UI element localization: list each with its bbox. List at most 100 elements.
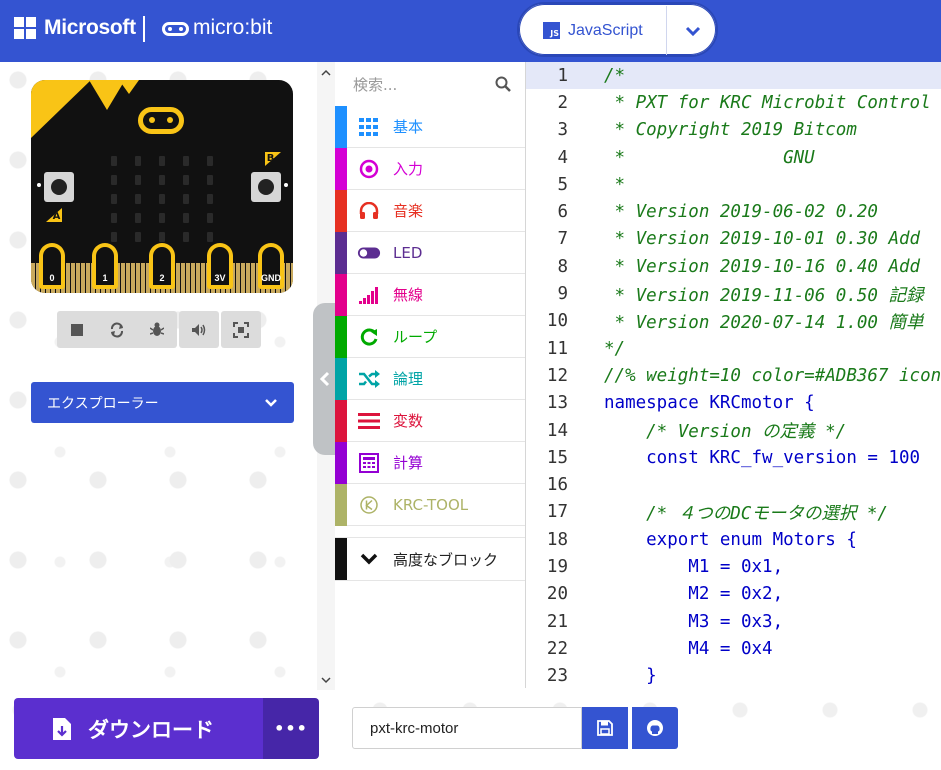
sound-button[interactable] bbox=[179, 311, 219, 348]
stop-icon bbox=[71, 323, 83, 336]
javascript-icon: JS bbox=[543, 22, 560, 39]
scroll-down-icon[interactable] bbox=[317, 672, 335, 688]
k-icon bbox=[357, 493, 381, 517]
code-lines[interactable]: 1/* 2 * PXT for KRC Microbit Control 3 * C… bbox=[526, 62, 941, 688]
scroll-up-icon[interactable] bbox=[317, 64, 335, 80]
code-text[interactable]: /* Version の定義 */ bbox=[586, 418, 846, 443]
toolbox-search[interactable]: 検索... bbox=[335, 62, 525, 106]
code-text[interactable]: //% weight=10 color=#ADB367 icon bbox=[586, 366, 941, 386]
category-radio[interactable]: 無線 bbox=[335, 273, 525, 316]
led-matrix[interactable] bbox=[111, 156, 213, 242]
code-text[interactable]: * Version 2019-11-06 0.50 記録 bbox=[586, 282, 924, 307]
code-line[interactable]: 19 M1 = 0x1, bbox=[526, 553, 941, 580]
code-text[interactable]: /* ４つのDCモータの選択 */ bbox=[586, 500, 888, 525]
category-music[interactable]: 音楽 bbox=[335, 189, 525, 232]
button-a[interactable] bbox=[44, 172, 74, 202]
debug-button[interactable] bbox=[137, 311, 177, 348]
microbit-label[interactable]: micro:bit bbox=[193, 16, 272, 40]
language-dropdown-button[interactable] bbox=[669, 6, 716, 55]
button-b[interactable] bbox=[251, 172, 281, 202]
microsoft-label[interactable]: Microsoft bbox=[44, 16, 136, 40]
code-line[interactable]: 1 /* bbox=[526, 62, 941, 90]
pin-1[interactable]: 1 bbox=[92, 243, 118, 289]
code-text[interactable]: * PXT for KRC Microbit Control bbox=[586, 93, 931, 113]
code-text[interactable]: * Version 2020-07-14 1.00 簡単 bbox=[586, 309, 924, 334]
code-text[interactable]: } bbox=[586, 666, 657, 686]
category-logic[interactable]: 論理 bbox=[335, 357, 525, 400]
project-name-input[interactable] bbox=[352, 707, 582, 749]
github-button[interactable] bbox=[632, 707, 678, 749]
line-number: 10 bbox=[546, 311, 568, 332]
pin-3v[interactable]: 3V bbox=[207, 243, 233, 289]
download-more-button[interactable]: ••• bbox=[263, 698, 319, 759]
code-text[interactable]: /* bbox=[586, 66, 625, 86]
code-text[interactable]: * Copyright 2019 Bitcom bbox=[586, 120, 857, 140]
code-text[interactable]: * bbox=[586, 175, 626, 195]
category-variables[interactable]: 変数 bbox=[335, 399, 525, 442]
code-text[interactable]: * Version 2019-10-01 0.30 Add bbox=[586, 229, 921, 249]
advanced-blocks-toggle[interactable]: 高度なブロック bbox=[335, 537, 525, 581]
code-line[interactable]: 20 M2 = 0x2, bbox=[526, 581, 941, 608]
code-text[interactable]: export enum Motors { bbox=[586, 530, 857, 550]
collapse-simulator-button[interactable] bbox=[313, 303, 337, 455]
code-text[interactable]: M2 = 0x2, bbox=[586, 584, 783, 604]
code-line[interactable]: 4 * GNU bbox=[526, 144, 941, 171]
code-line[interactable]: 5 * bbox=[526, 171, 941, 198]
bottom-bar: ダウンロード ••• bbox=[0, 690, 941, 770]
category-input[interactable]: 入力 bbox=[335, 147, 525, 190]
category-loops[interactable]: ループ bbox=[335, 315, 525, 358]
board-logo-icon[interactable] bbox=[138, 107, 184, 134]
simulator-toolbar bbox=[57, 311, 261, 348]
code-text[interactable]: namespace KRCmotor { bbox=[586, 393, 815, 413]
category-basic[interactable]: 基本 bbox=[335, 105, 525, 148]
pin-0[interactable]: 0 bbox=[39, 243, 65, 289]
code-line[interactable]: 13 namespace KRCmotor { bbox=[526, 390, 941, 417]
code-line[interactable]: 22 M4 = 0x4 bbox=[526, 635, 941, 662]
code-line[interactable]: 9 * Version 2019-11-06 0.50 記録 bbox=[526, 280, 941, 307]
category-math[interactable]: 計算 bbox=[335, 441, 525, 484]
loop-icon bbox=[357, 325, 381, 349]
pin-2[interactable]: 2 bbox=[149, 243, 175, 289]
code-text[interactable]: * Version 2019-10-16 0.40 Add bbox=[586, 257, 921, 277]
code-line[interactable]: 14 /* Version の定義 */ bbox=[526, 417, 941, 444]
code-text[interactable]: * GNU bbox=[586, 148, 815, 168]
microbit-board[interactable]: A B 0 1 2 3V GND bbox=[31, 80, 293, 293]
advanced-blocks-label: 高度なブロック bbox=[393, 550, 499, 569]
code-text[interactable]: * Version 2019-06-02 0.20 bbox=[586, 202, 878, 222]
code-line[interactable]: 3 * Copyright 2019 Bitcom bbox=[526, 117, 941, 144]
download-button[interactable]: ダウンロード bbox=[14, 698, 263, 759]
stop-button[interactable] bbox=[57, 311, 97, 348]
code-text[interactable]: */ bbox=[586, 339, 625, 359]
javascript-tab[interactable]: JS JavaScript bbox=[521, 6, 667, 55]
restart-button[interactable] bbox=[97, 311, 137, 348]
code-line[interactable]: 10 * Version 2020-07-14 1.00 簡単 bbox=[526, 308, 941, 335]
fullscreen-button[interactable] bbox=[221, 311, 261, 348]
explorer-button[interactable]: エクスプローラー bbox=[31, 382, 294, 423]
category-krc-tool[interactable]: KRC-TOOL bbox=[335, 483, 525, 526]
code-editor[interactable]: 1/* 2 * PXT for KRC Microbit Control 3 * C… bbox=[525, 62, 941, 688]
code-line[interactable]: 17 /* ４つのDCモータの選択 */ bbox=[526, 499, 941, 526]
code-line[interactable]: 2 * PXT for KRC Microbit Control bbox=[526, 89, 941, 116]
microbit-logo-icon[interactable] bbox=[162, 22, 189, 36]
code-line[interactable]: 23 } bbox=[526, 663, 941, 688]
code-text[interactable]: const KRC_fw_version = 100 bbox=[586, 448, 920, 468]
code-text[interactable]: M4 = 0x4 bbox=[586, 639, 772, 659]
code-line[interactable]: 16 bbox=[526, 471, 941, 498]
code-line[interactable]: 18 export enum Motors { bbox=[526, 526, 941, 553]
code-line[interactable]: 12 //% weight=10 color=#ADB367 icon bbox=[526, 362, 941, 389]
code-text[interactable]: M3 = 0x3, bbox=[586, 612, 783, 632]
category-led[interactable]: LED bbox=[335, 231, 525, 274]
search-input[interactable]: 検索... bbox=[353, 74, 397, 95]
pin-gnd[interactable]: GND bbox=[258, 243, 284, 289]
save-button[interactable] bbox=[582, 707, 628, 749]
microsoft-logo-icon[interactable] bbox=[14, 17, 36, 39]
search-icon[interactable] bbox=[495, 76, 511, 92]
fullscreen-icon bbox=[233, 321, 249, 338]
code-line[interactable]: 8 * Version 2019-10-16 0.40 Add bbox=[526, 253, 941, 280]
code-line[interactable]: 15 const KRC_fw_version = 100 bbox=[526, 444, 941, 471]
code-line[interactable]: 11 */ bbox=[526, 335, 941, 362]
code-line[interactable]: 7 * Version 2019-10-01 0.30 Add bbox=[526, 226, 941, 253]
code-line[interactable]: 6 * Version 2019-06-02 0.20 bbox=[526, 198, 941, 225]
code-text[interactable]: M1 = 0x1, bbox=[586, 557, 783, 577]
code-line[interactable]: 21 M3 = 0x3, bbox=[526, 608, 941, 635]
